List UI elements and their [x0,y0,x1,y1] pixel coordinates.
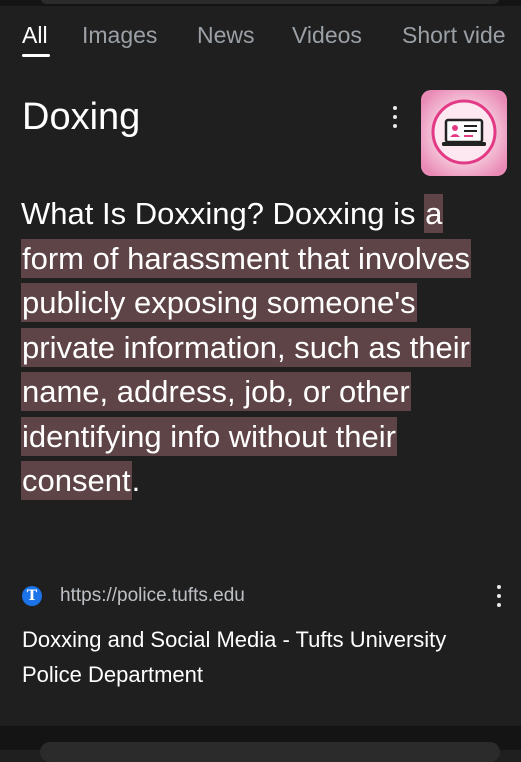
snippet-lead: What Is Doxxing? Doxxing is [21,196,425,231]
tab-news[interactable]: News [197,22,255,49]
thumbnail-image[interactable] [421,90,507,176]
tab-all[interactable]: All [22,22,48,49]
panel-title: Doxing [22,96,141,138]
featured-snippet-text: What Is Doxxing? Doxxing is a form of ha… [21,192,501,504]
bottom-separator [0,726,521,762]
snippet-highlight: a form of harassment that involves publi… [21,194,471,500]
snippet-end: . [131,463,141,498]
source-row[interactable]: T https://police.tufts.edu [22,583,502,609]
next-card-edge [40,742,500,762]
previous-card-edge [40,0,500,4]
tab-images[interactable]: Images [82,22,157,49]
laptop-profile-illustration-icon [421,90,507,176]
active-tab-indicator [22,54,50,57]
tab-short-videos[interactable]: Short vide [402,22,506,49]
source-url[interactable]: https://police.tufts.edu [60,585,245,607]
tab-videos[interactable]: Videos [292,22,362,49]
search-tabs: All Images News Videos Short vide [0,16,521,71]
result-title-link[interactable]: Doxxing and Social Media - Tufts Univers… [22,622,492,692]
more-vert-icon[interactable] [494,585,504,607]
site-favicon: T [22,586,42,606]
top-separator [0,0,521,6]
more-vert-icon[interactable] [390,106,400,128]
